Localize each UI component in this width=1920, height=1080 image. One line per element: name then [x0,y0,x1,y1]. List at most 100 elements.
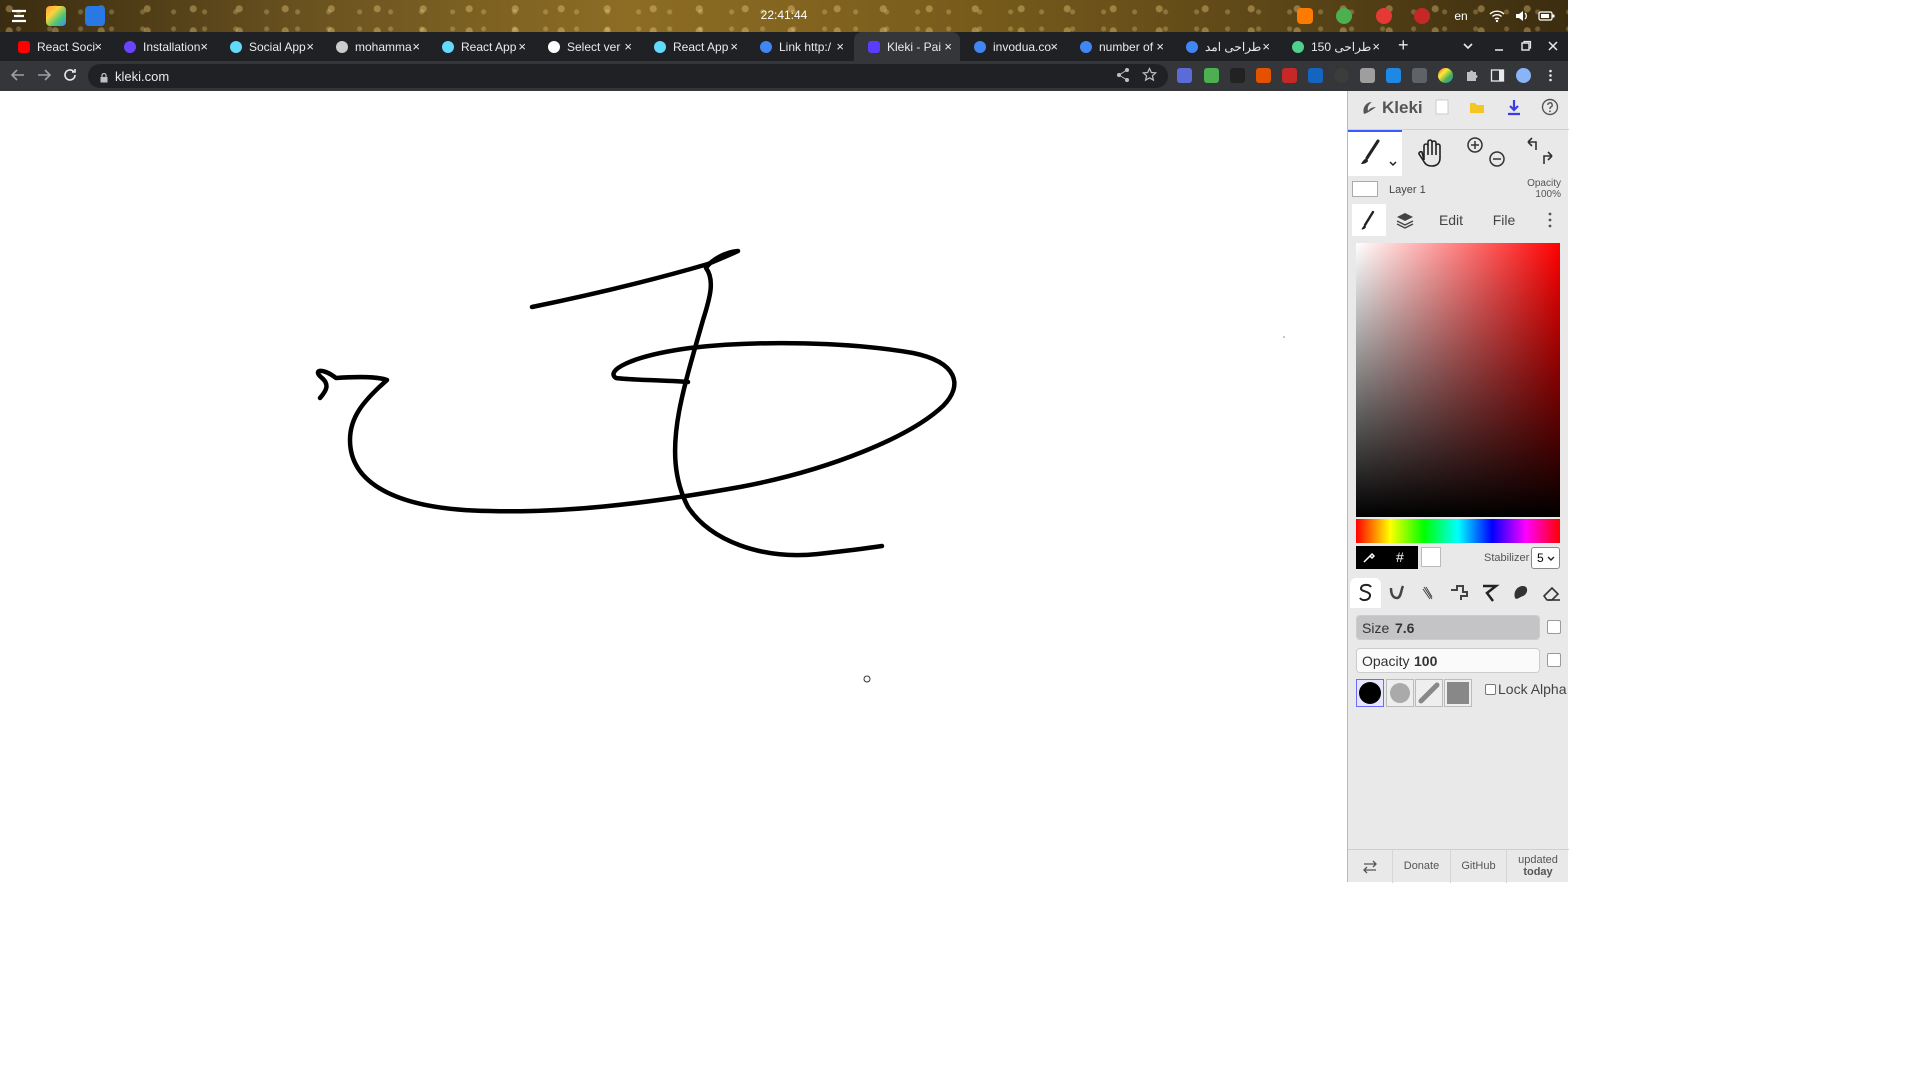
tab-close-icon[interactable]: × [200,39,208,54]
size-pressure-toggle-icon[interactable] [1547,620,1561,634]
changelog-link[interactable]: updated today [1507,850,1569,883]
tab-search-chevron-icon[interactable] [1462,39,1474,57]
html-extension-icon[interactable] [1256,68,1271,83]
back-arrow-icon[interactable] [10,67,26,88]
donate-link[interactable]: Donate [1393,850,1451,883]
kleki-logo[interactable]: Kleki [1360,98,1423,118]
browser-tab[interactable]: invodua.co × [960,32,1066,61]
browser-tab[interactable]: 150 طراحی × [1278,32,1388,61]
square-tip-button[interactable] [1444,679,1472,707]
browser-tab[interactable]: React App × [640,32,746,61]
secondary-color-swatch[interactable] [1421,547,1441,567]
browser-tab[interactable]: Social App × [216,32,322,61]
reload-icon[interactable] [62,67,78,88]
battery-icon[interactable] [1538,8,1556,24]
round-tip-button[interactable] [1356,679,1384,707]
side-panel-icon[interactable] [1490,68,1505,83]
panel-more-kebab-icon[interactable] [1538,204,1562,236]
close-window-icon[interactable] [1547,39,1559,57]
url-text[interactable]: kleki.com [115,69,169,84]
address-bar[interactable]: kleki.com [88,64,1168,88]
browser-tab-active[interactable]: Kleki - Pai × [854,32,960,61]
undo-icon[interactable] [1527,137,1537,150]
tab-close-icon[interactable]: × [1156,39,1164,54]
grammar-extension-icon[interactable] [1204,68,1219,83]
stabilizer-select[interactable]: 5 [1531,547,1560,569]
tab-close-icon[interactable]: × [624,39,632,54]
css-extension-icon[interactable] [1308,68,1323,83]
line-tip-button[interactable] [1415,679,1443,707]
smudge-brush-button[interactable] [1505,578,1536,608]
translate-extension-icon[interactable] [1177,68,1192,83]
browser-tab[interactable]: React Soci × [4,32,110,61]
tab-file[interactable]: File [1481,204,1527,236]
chrome-tray-icon[interactable] [1336,8,1352,24]
zoom-out-icon[interactable] [1489,151,1505,167]
recorder-tray-icon[interactable] [1414,8,1430,24]
status-tray-icon[interactable] [1376,8,1392,24]
fonts-extension-icon[interactable] [1386,68,1401,83]
drawing-canvas[interactable] [0,91,1347,882]
tab-close-icon[interactable]: × [1372,39,1380,54]
new-image-icon[interactable] [1433,98,1451,116]
tab-brush-settings[interactable] [1352,204,1386,236]
volume-icon[interactable] [1514,8,1530,24]
tab-close-icon[interactable]: × [730,39,738,54]
github-link[interactable]: GitHub [1451,850,1507,883]
lock-alpha-checkbox[interactable] [1485,683,1496,695]
browser-tab[interactable]: Select ver × [534,32,640,61]
notification-icon[interactable] [1297,8,1313,24]
redo-icon[interactable] [1543,151,1553,164]
tab-close-icon[interactable]: × [94,39,102,54]
tab-close-icon[interactable]: × [412,39,420,54]
download-icon[interactable] [1505,98,1523,116]
chemy-brush-button[interactable] [1474,578,1505,608]
layer-preview-row[interactable]: Layer 1 Opacity 100% [1348,178,1569,201]
tab-close-icon[interactable]: × [836,39,844,54]
system-clock[interactable]: 22:41:44 [0,8,1568,22]
sketchy-brush-button[interactable] [1412,578,1443,608]
hand-tool-button[interactable] [1404,130,1458,176]
tab-close-icon[interactable]: × [1050,39,1058,54]
browser-tab[interactable]: طراحی امد × [1172,32,1278,61]
lock-alpha-toggle[interactable]: Lock Alpha [1485,681,1567,697]
browser-menu-kebab-icon[interactable] [1543,68,1558,83]
language-indicator[interactable]: en [1450,8,1472,24]
share-icon[interactable] [1116,67,1130,86]
extensions-puzzle-icon[interactable] [1464,68,1479,83]
tab-close-icon[interactable]: × [944,39,952,54]
browser-tab[interactable]: Installation × [110,32,216,61]
brush-tool-button[interactable] [1348,130,1402,176]
blend-brush-button[interactable] [1381,578,1412,608]
hex-input-button[interactable]: # [1396,549,1404,565]
angular-extension-icon[interactable] [1282,68,1297,83]
ghost-extension-icon[interactable] [1334,68,1349,83]
eyedropper-extension-icon[interactable] [1412,68,1427,83]
wifi-icon[interactable] [1489,8,1505,24]
opacity-pressure-toggle-icon[interactable] [1547,653,1561,667]
opacity-slider[interactable]: Opacity 100 [1356,648,1540,673]
color-saturation-value-picker[interactable] [1356,243,1560,517]
browser-tab[interactable]: Link http:/ × [746,32,852,61]
eraser-button[interactable] [1536,578,1567,608]
pixel-brush-button[interactable] [1443,578,1474,608]
eyedropper-hex-box[interactable]: # [1356,546,1418,569]
shield-extension-icon[interactable] [1360,68,1375,83]
tab-close-icon[interactable]: × [306,39,314,54]
dark-extension-icon[interactable] [1230,68,1245,83]
tab-close-icon[interactable]: × [1262,39,1270,54]
size-slider[interactable]: Size 7.6 [1356,615,1540,640]
browser-tab[interactable]: number of × [1066,32,1172,61]
help-icon[interactable] [1541,98,1559,116]
soft-tip-button[interactable] [1386,679,1414,707]
minimize-window-icon[interactable] [1493,39,1505,57]
tab-layers[interactable] [1388,204,1422,236]
hue-slider[interactable] [1356,519,1560,543]
eyedropper-icon[interactable] [1362,550,1376,567]
forward-arrow-icon[interactable] [36,67,52,88]
tab-close-icon[interactable]: × [518,39,526,54]
browser-tab[interactable]: React App × [428,32,534,61]
lock-icon[interactable] [100,70,108,83]
bookmark-star-icon[interactable] [1141,67,1158,86]
pen-brush-button[interactable] [1350,578,1381,608]
